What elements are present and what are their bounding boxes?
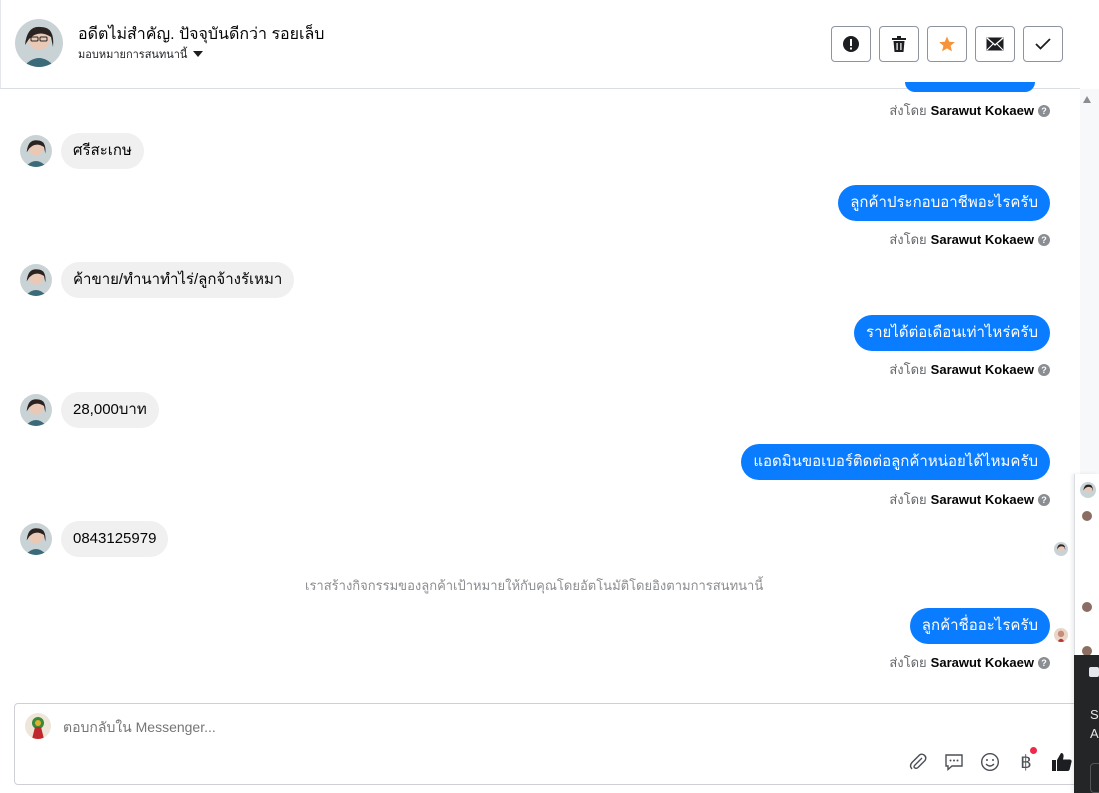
exclamation-icon (843, 36, 859, 52)
panel-avatar-small (1082, 602, 1092, 612)
contact-avatar-small (20, 264, 52, 296)
panel-avatar-small (1082, 511, 1092, 521)
emoji-icon[interactable] (979, 751, 1001, 773)
panel-avatar (1080, 482, 1096, 498)
incoming-message: ศรีสะเกษ (20, 133, 144, 169)
incoming-message: 28,000บาท (20, 392, 159, 428)
outgoing-bubble[interactable]: ลูกค้าชื่ออะไรครับ (909, 608, 1050, 644)
reply-composer: ฿ (14, 703, 1084, 785)
incoming-bubble[interactable]: ค้าขาย/ทำนาทำไร่/ลูกจ้างรัเหมา (61, 262, 295, 298)
reply-input[interactable] (63, 719, 863, 735)
sent-by-label: ส่งโดย Sarawut Kokaew ? (889, 489, 1050, 510)
star-button[interactable] (927, 26, 967, 62)
sent-by-label: ส่งโดย Sarawut Kokaew ? (889, 100, 1050, 121)
trash-icon (892, 36, 906, 52)
star-icon (939, 36, 955, 52)
outgoing-bubble[interactable]: รายได้ต่อเดือนเท่าไหร่ครับ (854, 315, 1050, 351)
conversation-header: อดีตไม่สำคัญ. ปัจจุบันดีกว่า รอยเล็บ มอบ… (0, 0, 1080, 89)
help-icon[interactable]: ? (1038, 363, 1050, 376)
help-icon[interactable]: ? (1038, 104, 1050, 117)
read-receipt-avatar (1054, 542, 1068, 556)
assign-label: มอบหมายการสนทนานี้ (78, 49, 188, 61)
scroll-up-arrow-icon[interactable] (1083, 96, 1091, 103)
thumbs-up-icon[interactable] (1051, 751, 1073, 773)
help-icon[interactable]: ? (1038, 656, 1050, 669)
contact-avatar-small (20, 394, 52, 426)
sent-by-label: ส่งโดย Sarawut Kokaew ? (889, 359, 1050, 380)
contact-avatar-small (20, 523, 52, 555)
conversation-title: อดีตไม่สำคัญ. ปัจจุบันดีกว่า รอยเล็บ (78, 26, 325, 43)
incoming-message: ค้าขาย/ทำนาทำไร่/ลูกจ้างรัเหมา (20, 262, 295, 298)
assign-conversation-dropdown[interactable]: มอบหมายการสนทนานี้ (78, 45, 204, 63)
envelope-icon (986, 37, 1004, 51)
dark-popup-panel: Se A (1074, 655, 1099, 793)
system-note: เราสร้างกิจกรรมของลูกค้าเป้าหมายให้กับคุ… (305, 578, 764, 593)
popup-text-1: Se (1090, 707, 1099, 722)
popup-button[interactable] (1090, 763, 1099, 793)
attach-icon[interactable] (907, 751, 929, 773)
mark-done-button[interactable] (1023, 26, 1063, 62)
outgoing-bubble[interactable]: ลูกค้าประกอบอาชีพอะไรครับ (838, 185, 1050, 221)
saved-reply-icon[interactable] (943, 751, 965, 773)
mark-unread-button[interactable] (975, 26, 1015, 62)
calendar-icon (1089, 667, 1099, 677)
spam-button[interactable] (831, 26, 871, 62)
delete-button[interactable] (879, 26, 919, 62)
page-avatar (25, 713, 51, 739)
baht-payment-icon[interactable]: ฿ (1015, 747, 1037, 773)
incoming-bubble[interactable]: 0843125979 (61, 521, 169, 557)
help-icon[interactable]: ? (1038, 493, 1050, 506)
contact-avatar[interactable] (15, 19, 63, 67)
contact-avatar-small (20, 135, 52, 167)
outgoing-bubble-partial (905, 82, 1035, 92)
sent-by-label: ส่งโดย Sarawut Kokaew ? (889, 652, 1050, 673)
popup-text-2: A (1090, 726, 1099, 741)
sent-by-label: ส่งโดย Sarawut Kokaew ? (889, 229, 1050, 250)
seen-avatar (1054, 628, 1068, 642)
incoming-bubble[interactable]: 28,000บาท (61, 392, 159, 428)
incoming-bubble[interactable]: ศรีสะเกษ (61, 133, 144, 169)
help-icon[interactable]: ? (1038, 233, 1050, 246)
check-icon (1035, 38, 1051, 50)
notification-dot (1030, 747, 1037, 754)
chevron-down-icon (193, 51, 204, 57)
incoming-message: 0843125979 (20, 521, 169, 557)
outgoing-bubble[interactable]: แอดมินขอเบอร์ติดต่อลูกค้าหน่อยได้ไหมครับ (741, 444, 1050, 480)
